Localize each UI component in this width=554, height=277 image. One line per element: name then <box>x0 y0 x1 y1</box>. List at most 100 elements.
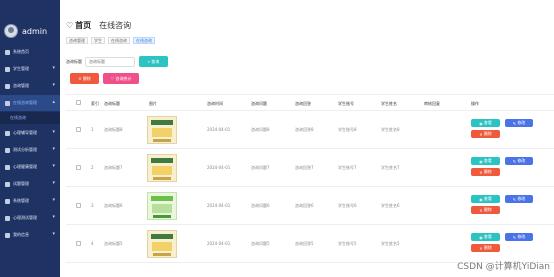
table-row: 1 咨询标题8 2024-04-01 咨询问题8 咨询回答8 学生账号8 学生姓… <box>66 111 554 149</box>
cell-account: 学生账号8 <box>338 127 357 132</box>
row-checkbox[interactable] <box>76 127 81 132</box>
chevron-up-icon: ▴ <box>52 99 55 105</box>
cell-account: 学生账号5 <box>338 241 357 246</box>
tags-view: 咨询管理 学生 在线咨询 在线咨询 <box>66 37 158 44</box>
row-checkbox[interactable] <box>76 241 81 246</box>
tag-item[interactable]: 学生 <box>91 37 105 44</box>
heart-icon: ♡ <box>66 21 74 30</box>
detail-label: 查看 <box>483 158 492 163</box>
page-title: 在线咨询 <box>99 21 132 30</box>
watermark: CSDN @计算机YiDian <box>457 262 550 272</box>
table-row: 2 咨询标题7 2024-04-01 咨询问题7 咨询回答7 学生账号7 学生姓… <box>66 149 554 187</box>
tag-item[interactable]: 在线咨询 <box>108 37 130 44</box>
cell-title: 咨询标题8 <box>104 127 123 132</box>
cell-image[interactable] <box>147 230 177 258</box>
chevron-down-icon: ▾ <box>52 197 55 203</box>
column-header-title: 咨询标题 <box>104 101 120 106</box>
sidebar-menu: 系统首页 学生管理 ▾ 咨询管理 ▾ 在线咨询管理 ▴ 在线咨询 心理辅导管理 … <box>0 44 60 244</box>
sidebar-item-questions[interactable]: 试题管理 ▾ <box>0 176 60 192</box>
sidebar-item-home[interactable]: 系统首页 <box>0 44 60 60</box>
cell-time: 2024-04-01 <box>207 127 231 132</box>
delete-button[interactable]: ✕ 删除 <box>471 206 500 214</box>
sidebar-item-mental-test[interactable]: 心理测试管理 ▾ <box>0 210 60 226</box>
cell-image[interactable] <box>147 192 177 220</box>
search-label: 咨询标题 <box>66 58 82 64</box>
detail-button[interactable]: ◉ 查看 <box>471 195 500 203</box>
chevron-down-icon: ▾ <box>52 214 55 220</box>
bulk-delete-button[interactable]: ✕ 删除 <box>70 73 99 84</box>
table-header: 索引 咨询标题 图片 咨询时间 咨询问题 咨询回答 学生账号 学生姓名 审核回复… <box>66 94 554 111</box>
sidebar-item-label: 我的信息 <box>13 232 29 237</box>
detail-button[interactable]: ◉ 查看 <box>471 119 500 127</box>
sidebar-item-students[interactable]: 学生管理 ▾ <box>0 61 60 77</box>
breadcrumb-home[interactable]: 首页 <box>75 20 91 31</box>
sidebar-item-label: 心理健康管理 <box>13 164 37 169</box>
edit-button[interactable]: ✎ 修改 <box>505 195 533 203</box>
column-header-account: 学生账号 <box>338 101 354 106</box>
edit-label: 修改 <box>517 196 526 201</box>
sidebar-item-label: 心理辅导管理 <box>13 130 37 135</box>
health-icon <box>5 164 10 170</box>
row-checkbox[interactable] <box>76 165 81 170</box>
chat-icon <box>5 83 10 89</box>
cell-title: 咨询标题6 <box>104 203 123 208</box>
detail-label: 查看 <box>483 234 492 239</box>
chevron-down-icon: ▾ <box>52 129 55 135</box>
search-button[interactable]: ⌕ 查询 <box>139 56 168 67</box>
delete-button[interactable]: ✕ 删除 <box>471 244 500 252</box>
cell-name: 学生姓名7 <box>381 165 400 170</box>
column-header-name: 学生姓名 <box>381 101 397 106</box>
sidebar-item-consult[interactable]: 咨询管理 ▾ <box>0 78 60 94</box>
user-brand: admin <box>4 23 47 39</box>
sidebar-item-test-analysis[interactable]: 测试分析管理 ▾ <box>0 142 60 158</box>
cell-time: 2024-04-01 <box>207 241 231 246</box>
cell-name: 学生姓名8 <box>381 127 400 132</box>
sidebar: admin 系统首页 学生管理 ▾ 咨询管理 ▾ 在线咨询管理 ▴ 在线咨询 心… <box>0 0 60 277</box>
cell-title: 咨询标题5 <box>104 241 123 246</box>
sidebar-item-system[interactable]: 系统管理 ▾ <box>0 193 60 209</box>
detail-button[interactable]: ◉ 查看 <box>471 233 500 241</box>
column-header-time: 咨询时间 <box>207 101 223 106</box>
delete-button[interactable]: ✕ 删除 <box>471 168 500 176</box>
cell-answer: 咨询回答6 <box>295 203 314 208</box>
cell-question: 咨询问题5 <box>251 241 270 246</box>
sidebar-item-my-info[interactable]: 我的信息 ▾ <box>0 227 60 243</box>
home-icon <box>5 49 10 55</box>
search-input[interactable] <box>85 56 135 67</box>
detail-button[interactable]: ◉ 查看 <box>471 157 500 165</box>
column-header-question: 咨询问题 <box>251 101 267 106</box>
delete-label: 删除 <box>483 245 492 250</box>
sidebar-item-counseling[interactable]: 心理辅导管理 ▾ <box>0 125 60 141</box>
statistics-button[interactable]: ♡ 咨询统计 <box>103 73 139 84</box>
sidebar-item-online-consult[interactable]: 在线咨询管理 ▴ <box>0 95 60 111</box>
edit-button[interactable]: ✎ 修改 <box>505 233 533 241</box>
submenu-item-label: 在线咨询 <box>10 115 26 120</box>
edit-label: 修改 <box>517 120 526 125</box>
tag-item-active[interactable]: 在线咨询 <box>133 37 155 44</box>
list-icon <box>5 181 10 187</box>
tag-item[interactable]: 咨询管理 <box>66 37 88 44</box>
edit-button[interactable]: ✎ 修改 <box>505 119 533 127</box>
avatar[interactable] <box>4 24 18 38</box>
sidebar-item-label: 学生管理 <box>13 66 29 71</box>
row-actions: ◉ 查看 ✎ 修改 ✕ 删除 <box>471 119 533 145</box>
select-all-checkbox[interactable] <box>76 100 81 105</box>
row-checkbox[interactable] <box>76 203 81 208</box>
detail-label: 查看 <box>483 196 492 201</box>
cell-index: 4 <box>91 241 94 246</box>
cell-image[interactable] <box>147 154 177 182</box>
column-header-actions: 操作 <box>471 101 479 106</box>
cell-image[interactable] <box>147 116 177 144</box>
table-row: 4 咨询标题5 2024-04-01 咨询问题5 咨询回答5 学生账号5 学生姓… <box>66 225 554 263</box>
sidebar-item-label: 系统首页 <box>13 49 29 54</box>
data-table: 索引 咨询标题 图片 咨询时间 咨询问题 咨询回答 学生账号 学生姓名 审核回复… <box>66 94 554 263</box>
column-header-answer: 咨询回答 <box>295 101 311 106</box>
edit-label: 修改 <box>517 234 526 239</box>
cell-time: 2024-04-01 <box>207 203 231 208</box>
chevron-down-icon: ▾ <box>52 231 55 237</box>
sidebar-item-mental-health[interactable]: 心理健康管理 ▾ <box>0 159 60 175</box>
edit-button[interactable]: ✎ 修改 <box>505 157 533 165</box>
cell-question: 咨询问题6 <box>251 203 270 208</box>
delete-button[interactable]: ✕ 删除 <box>471 130 500 138</box>
submenu-item-online-consult[interactable]: 在线咨询 <box>0 112 60 124</box>
